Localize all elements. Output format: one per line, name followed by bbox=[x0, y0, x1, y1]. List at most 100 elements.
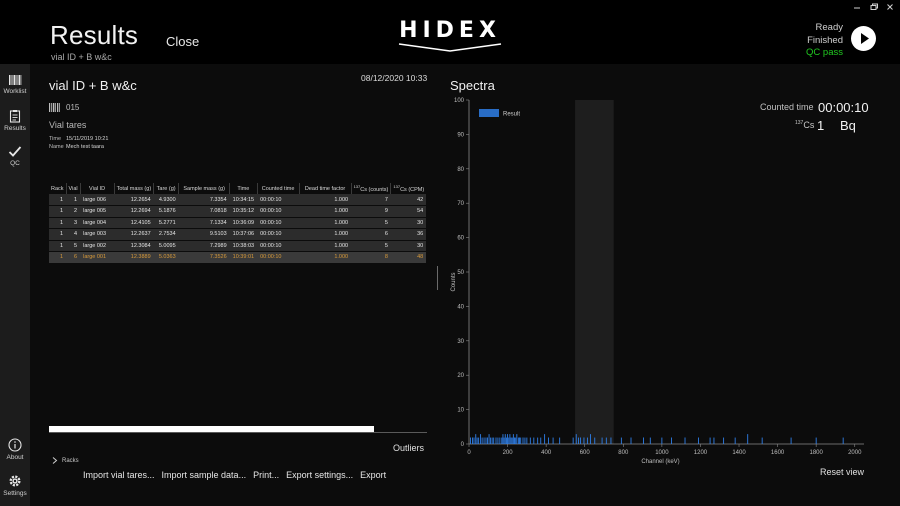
spectra-title: Spectra bbox=[450, 78, 495, 93]
column-header[interactable]: Total mass (g) bbox=[114, 183, 155, 194]
y-tick-label: 100 bbox=[454, 98, 465, 104]
minimize-icon[interactable] bbox=[852, 2, 862, 12]
table-cell: 1 bbox=[49, 251, 67, 264]
table-cell: 4 bbox=[66, 228, 81, 241]
outliers-button[interactable]: Outliers bbox=[393, 443, 424, 453]
x-tick-label: 600 bbox=[580, 450, 591, 456]
table-row[interactable]: 1 6 large 001 12.3889 5.0363 7.3526 10:39:01 00… bbox=[49, 251, 427, 264]
import-vial-tares-button[interactable]: Import vial tares... bbox=[83, 470, 155, 480]
table-cell: large 005 bbox=[80, 205, 115, 218]
y-axis-label: Counts bbox=[451, 272, 457, 291]
page-subtitle: vial ID + B w&c bbox=[51, 52, 112, 62]
table-cell: 10:39:01 bbox=[229, 251, 258, 264]
y-tick-label: 60 bbox=[457, 236, 464, 242]
x-tick-label: 2000 bbox=[848, 450, 862, 456]
reset-view-button[interactable]: Reset view bbox=[820, 467, 864, 477]
sidebar-item-about[interactable]: About bbox=[0, 438, 30, 461]
table-cell: 7 bbox=[351, 194, 391, 206]
print-button[interactable]: Print... bbox=[253, 470, 279, 480]
table-cell: 30 bbox=[390, 217, 427, 229]
column-header[interactable]: Sample mass (g) bbox=[178, 183, 231, 194]
panel-splitter[interactable] bbox=[437, 266, 438, 290]
column-header[interactable]: Rack bbox=[49, 183, 67, 194]
table-cell: 12.3889 bbox=[114, 251, 154, 264]
table-cell: 2 bbox=[66, 205, 81, 218]
table-cell: 1 bbox=[49, 228, 67, 241]
table-row[interactable]: 1 3 large 004 12.4105 5.2771 7.1334 10:36:09 00… bbox=[49, 217, 427, 229]
column-header[interactable]: Time bbox=[229, 183, 258, 194]
window-close-icon[interactable] bbox=[885, 2, 895, 12]
column-header[interactable]: Vial ID bbox=[80, 183, 115, 194]
results-panel: vial ID + B w&c 08/12/2020 10:33 015 Via… bbox=[38, 64, 435, 506]
column-header[interactable]: 137Cs (counts) bbox=[351, 183, 392, 194]
table-cell: 9.5103 bbox=[178, 228, 230, 241]
sidebar-item-worklist[interactable]: Worklist bbox=[0, 74, 30, 95]
barcode-icon bbox=[49, 103, 60, 112]
sidebar-item-results[interactable]: Results bbox=[0, 109, 30, 132]
table-cell: 3 bbox=[66, 217, 81, 229]
tares-meta: Time 15/11/2019 10:21 Name Mech test taara bbox=[49, 135, 108, 151]
y-tick-label: 70 bbox=[457, 201, 464, 207]
table-cell: 5 bbox=[351, 217, 391, 229]
export-button[interactable]: Export bbox=[360, 470, 386, 480]
vial-tares-label: Vial tares bbox=[49, 120, 87, 130]
table-cell: 7.1334 bbox=[178, 217, 230, 229]
column-header[interactable]: Tare (g) bbox=[153, 183, 180, 194]
import-sample-data-button[interactable]: Import sample data... bbox=[162, 470, 247, 480]
table-cell: 5.1876 bbox=[153, 205, 179, 218]
table-cell: 1.000 bbox=[299, 217, 352, 229]
start-button[interactable] bbox=[851, 26, 876, 51]
x-tick-label: 800 bbox=[618, 450, 629, 456]
y-tick-label: 20 bbox=[457, 373, 464, 379]
close-button[interactable]: Close bbox=[166, 34, 199, 49]
column-header[interactable]: Vial bbox=[66, 183, 81, 194]
table-cell: large 002 bbox=[80, 240, 115, 252]
x-axis-label: Channel (keV) bbox=[641, 459, 679, 465]
x-tick-label: 1400 bbox=[732, 450, 746, 456]
result-date: 08/12/2020 10:33 bbox=[361, 73, 428, 83]
sidebar-item-settings[interactable]: Settings bbox=[0, 474, 30, 497]
table-cell: 5 bbox=[66, 240, 81, 252]
progress-bar bbox=[49, 426, 375, 432]
table-row[interactable]: 1 2 large 005 12.2694 5.1876 7.0818 10:35:12 00… bbox=[49, 205, 427, 218]
table-cell: 10:38:03 bbox=[229, 240, 258, 252]
column-header[interactable]: Dead time factor bbox=[299, 183, 352, 194]
table-cell: 12.2637 bbox=[114, 228, 154, 241]
table-cell: 1 bbox=[49, 217, 67, 229]
table-cell: 1 bbox=[49, 205, 67, 218]
instrument-status: Ready Finished QC pass bbox=[806, 22, 843, 60]
export-settings-button[interactable]: Export settings... bbox=[286, 470, 353, 480]
column-header[interactable]: 137Cs (CPM) bbox=[391, 183, 426, 194]
table-cell: large 003 bbox=[80, 228, 115, 241]
table-row[interactable]: 1 4 large 003 12.2637 2.7534 9.5103 10:37:06 00… bbox=[49, 228, 427, 241]
table-row[interactable]: 1 1 large 006 12.2654 4.9300 7.3354 10:34:15 00… bbox=[49, 194, 427, 206]
x-tick-label: 200 bbox=[503, 450, 514, 456]
status-finished: Finished bbox=[807, 34, 843, 46]
spectrum-chart[interactable]: 01020304050607080901000 200 400 600 800 1000 1… bbox=[446, 92, 876, 472]
table-cell: 1.000 bbox=[299, 205, 352, 218]
table-cell: 1 bbox=[49, 194, 67, 206]
sidebar-item-qc[interactable]: QC bbox=[0, 145, 30, 167]
racks-expander[interactable]: Racks bbox=[52, 457, 79, 464]
results-table: Rack Vial Vial ID Total mass (g) Tare (g) Sam… bbox=[49, 183, 427, 264]
checkmark-icon bbox=[8, 146, 22, 157]
logo-swoosh-icon bbox=[398, 43, 502, 52]
play-icon bbox=[861, 33, 869, 44]
sidebar: Worklist Results QC About Settings bbox=[0, 64, 30, 506]
table-cell: 12.2654 bbox=[114, 194, 154, 206]
highlight-region bbox=[575, 100, 614, 444]
restore-icon[interactable] bbox=[869, 2, 879, 12]
table-row[interactable]: 1 5 large 002 12.3084 5.0095 7.2989 10:38:03 00… bbox=[49, 240, 427, 252]
chevron-right-icon bbox=[52, 457, 58, 464]
meta-time-key: Time bbox=[49, 136, 62, 142]
page-title: Results bbox=[50, 20, 139, 50]
table-cell: 12.3084 bbox=[114, 240, 154, 252]
table-cell: 7.3354 bbox=[178, 194, 230, 206]
clipboard-icon bbox=[9, 110, 21, 123]
isotope-sup: 137 bbox=[353, 184, 361, 190]
column-header[interactable]: Counted time bbox=[257, 183, 300, 194]
vial-title: vial ID + B w&c bbox=[49, 78, 137, 93]
table-cell: 54 bbox=[390, 205, 427, 218]
y-tick-label: 10 bbox=[457, 408, 464, 414]
isotope-sup: 137 bbox=[393, 184, 401, 190]
